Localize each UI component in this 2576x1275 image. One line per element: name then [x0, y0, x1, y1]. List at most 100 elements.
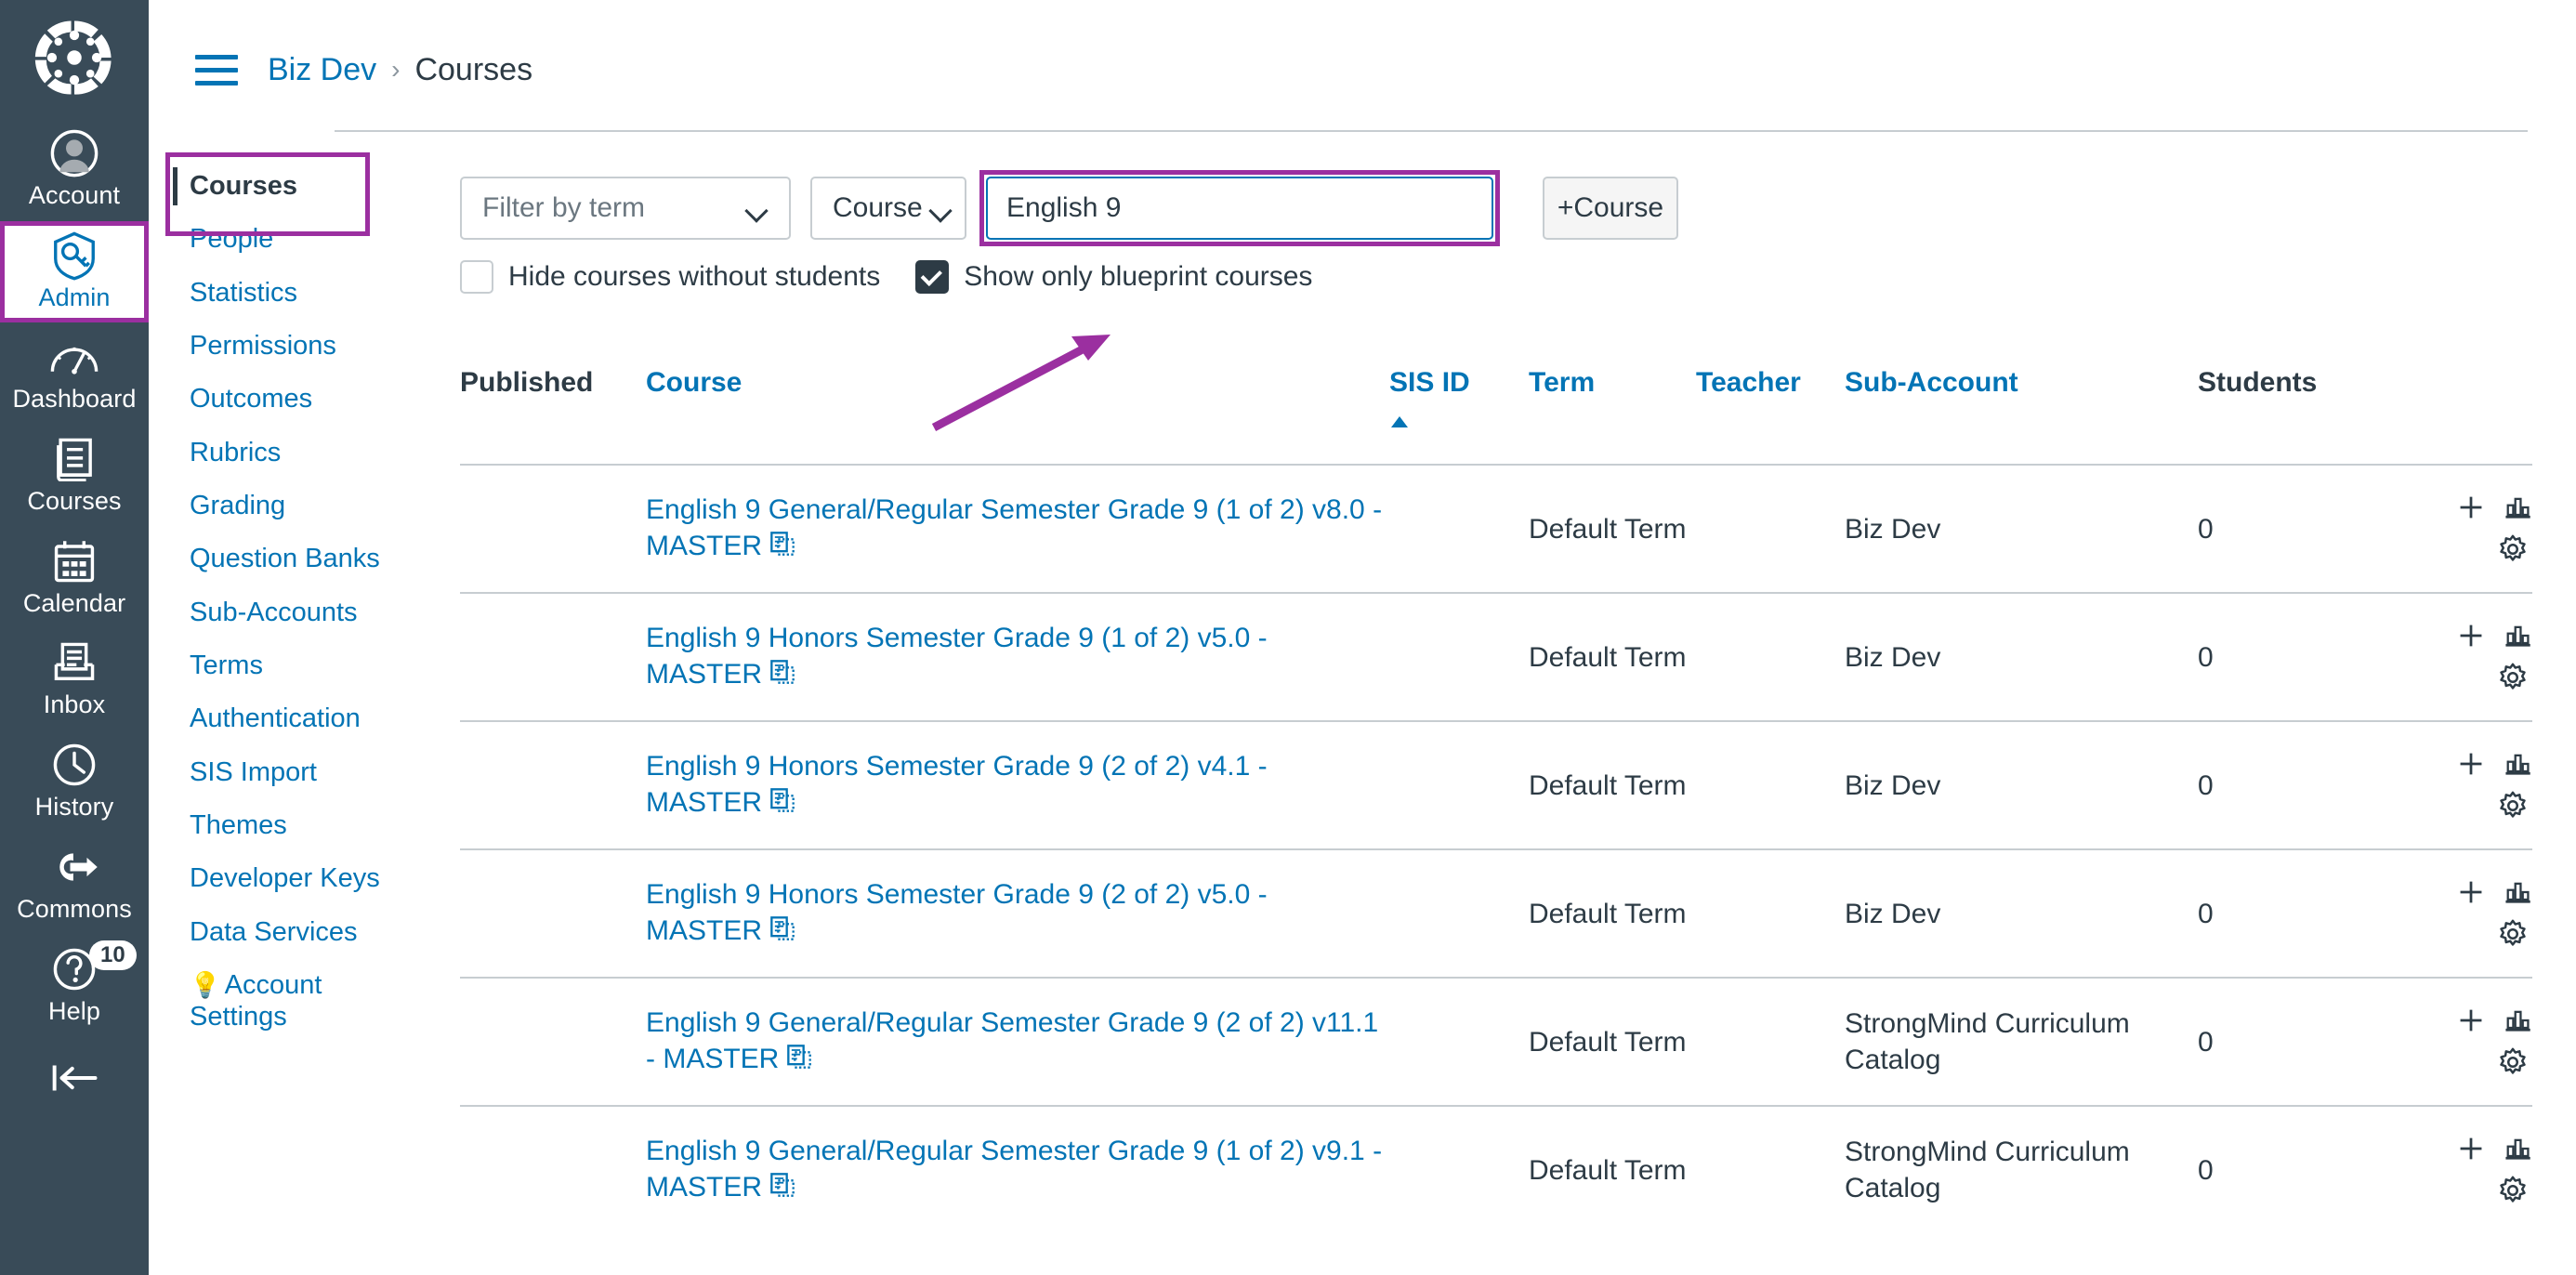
context-nav-list-item: Rubrics: [149, 427, 388, 480]
term-filter-select[interactable]: Filter by term: [460, 177, 791, 240]
dashboard-gauge-icon: [49, 332, 99, 382]
blueprint-icon: [769, 1171, 795, 1207]
term-filter-placeholder: Filter by term: [482, 192, 646, 223]
gear-icon[interactable]: [2497, 918, 2529, 950]
add-course-button[interactable]: +Course: [1543, 177, 1678, 240]
plus-icon[interactable]: [2456, 1006, 2486, 1035]
context-nav-list-item: SIS Import: [149, 746, 388, 799]
sidebar-item-themes[interactable]: Themes: [149, 799, 388, 852]
global-nav-item-inbox[interactable]: Inbox: [0, 628, 149, 730]
course-link[interactable]: English 9 General/Regular Semester Grade…: [646, 494, 1382, 561]
statistics-bar-icon[interactable]: [2503, 749, 2532, 779]
context-nav-list-item: Grading: [149, 480, 388, 532]
sidebar-item-developer-keys[interactable]: Developer Keys: [149, 852, 388, 905]
column-header-sis-id[interactable]: SIS ID: [1389, 367, 1529, 465]
canvas-logo-icon[interactable]: [30, 13, 119, 102]
sidebar-item-account-settings[interactable]: 💡 Account Settings: [149, 959, 388, 1044]
sidebar-item-authentication[interactable]: Authentication: [149, 692, 388, 745]
sidebar-item-grading[interactable]: Grading: [149, 480, 388, 532]
sidebar-item-sis-import[interactable]: SIS Import: [149, 746, 388, 799]
course-search-input[interactable]: [986, 177, 1493, 240]
gear-icon[interactable]: [2497, 1046, 2529, 1078]
plus-icon[interactable]: [2456, 621, 2486, 651]
statistics-bar-icon[interactable]: [2503, 1006, 2532, 1035]
user-avatar-icon: [49, 128, 99, 178]
sidebar-item-terms[interactable]: Terms: [149, 639, 388, 692]
table-row: English 9 General/Regular Semester Grade…: [460, 464, 2532, 593]
global-nav-item-dashboard[interactable]: Dashboard: [0, 322, 149, 425]
inbox-tray-icon: [53, 638, 96, 688]
gear-icon[interactable]: [2497, 662, 2529, 693]
courses-table: Published Course SIS ID Term Teacher Sub…: [460, 367, 2532, 1233]
global-nav-item-history[interactable]: History: [0, 730, 149, 833]
sidebar-item-sub-accounts[interactable]: Sub-Accounts: [149, 586, 388, 639]
sidebar-item-outcomes[interactable]: Outcomes: [149, 373, 388, 426]
cell-published: [460, 977, 646, 1106]
commons-arrow-icon: [49, 842, 99, 892]
blueprint-icon: [769, 658, 795, 694]
plus-icon[interactable]: [2456, 493, 2486, 522]
course-link[interactable]: English 9 General/Regular Semester Grade…: [646, 1007, 1378, 1074]
course-link[interactable]: English 9 Honors Semester Grade 9 (2 of …: [646, 751, 1268, 818]
course-link[interactable]: English 9 General/Regular Semester Grade…: [646, 1136, 1382, 1203]
cell-teacher: [1696, 464, 1845, 593]
table-row: English 9 General/Regular Semester Grade…: [460, 1105, 2532, 1233]
statistics-bar-icon[interactable]: [2503, 877, 2532, 907]
cell-sub-account: StrongMind Curriculum Catalog: [1845, 977, 2198, 1106]
show-only-blueprint-courses-checkbox[interactable]: [915, 260, 950, 294]
course-link[interactable]: English 9 Honors Semester Grade 9 (1 of …: [646, 623, 1268, 690]
sidebar-item-rubrics[interactable]: Rubrics: [149, 427, 388, 480]
plus-icon[interactable]: [2456, 877, 2486, 907]
plus-icon[interactable]: [2456, 749, 2486, 779]
sidebar-item-courses[interactable]: Courses: [149, 160, 388, 213]
column-header-course[interactable]: Course: [646, 367, 1389, 465]
statistics-bar-icon[interactable]: [2503, 1134, 2532, 1163]
context-nav-list-item: Courses: [149, 160, 388, 213]
global-nav-item-account[interactable]: Account: [0, 119, 149, 221]
sidebar-item-data-services[interactable]: Data Services: [149, 906, 388, 959]
column-header-teacher[interactable]: Teacher: [1696, 367, 1845, 465]
hamburger-menu-icon[interactable]: [195, 54, 238, 85]
cell-course: English 9 General/Regular Semester Grade…: [646, 977, 1389, 1106]
gear-icon[interactable]: [2497, 533, 2529, 565]
gear-icon[interactable]: [2497, 1175, 2529, 1206]
hide-courses-without-students-checkbox[interactable]: [460, 260, 493, 294]
cell-sub-account: Biz Dev: [1845, 592, 2198, 721]
cell-sub-account: Biz Dev: [1845, 464, 2198, 593]
course-link[interactable]: English 9 Honors Semester Grade 9 (2 of …: [646, 879, 1268, 946]
column-header-term[interactable]: Term: [1529, 367, 1696, 465]
sidebar-item-statistics[interactable]: Statistics: [149, 267, 388, 320]
gear-icon[interactable]: [2497, 790, 2529, 822]
cell-published: [460, 1105, 646, 1233]
global-nav-label: Admin: [38, 283, 111, 311]
global-nav-item-admin[interactable]: Admin: [0, 220, 149, 323]
sidebar-item-permissions[interactable]: Permissions: [149, 320, 388, 373]
global-nav-item-help[interactable]: 10 Help: [0, 935, 149, 1037]
global-nav-item-courses[interactable]: Courses: [0, 425, 149, 527]
collapse-left-icon[interactable]: [0, 1044, 149, 1114]
context-nav-list-item: Question Banks: [149, 532, 388, 585]
global-nav-label: Help: [48, 996, 100, 1025]
cell-published: [460, 592, 646, 721]
context-nav-list-item: Sub-Accounts: [149, 586, 388, 639]
breadcrumb-parent[interactable]: Biz Dev: [268, 52, 376, 88]
statistics-bar-icon[interactable]: [2503, 621, 2532, 651]
sidebar-item-question-banks[interactable]: Question Banks: [149, 532, 388, 585]
global-navigation: Account Admin Dashboard Courses Calendar…: [0, 0, 149, 1275]
cell-students: 0: [2198, 1105, 2384, 1233]
chevron-down-icon: [748, 203, 769, 215]
cell-actions: [2384, 1105, 2532, 1233]
sidebar-item-people[interactable]: People: [149, 213, 388, 266]
cell-students: 0: [2198, 592, 2384, 721]
cell-students: 0: [2198, 464, 2384, 593]
search-by-select[interactable]: Course: [810, 177, 966, 240]
calendar-icon: [53, 536, 96, 586]
cell-term: Default Term: [1529, 592, 1696, 721]
cell-teacher: [1696, 720, 1845, 849]
plus-icon[interactable]: [2456, 1134, 2486, 1163]
global-nav-item-commons[interactable]: Commons: [0, 833, 149, 935]
statistics-bar-icon[interactable]: [2503, 493, 2532, 522]
context-nav-list-item: Data Services: [149, 906, 388, 959]
global-nav-item-calendar[interactable]: Calendar: [0, 527, 149, 629]
column-header-sub-account[interactable]: Sub-Account: [1845, 367, 2198, 465]
